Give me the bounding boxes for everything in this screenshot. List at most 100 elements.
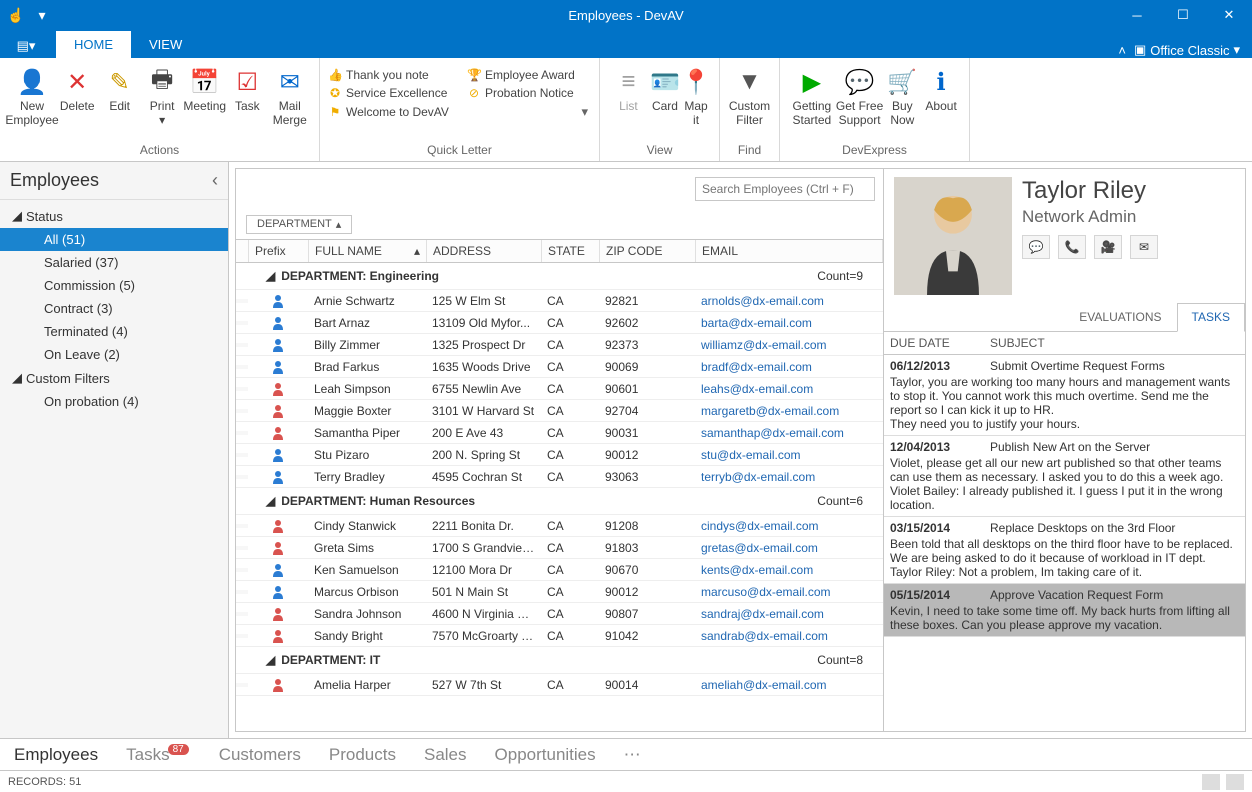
nav-opportunities[interactable]: Opportunities (495, 745, 596, 765)
quick-letter-service[interactable]: ✪Service Excellence (328, 86, 449, 100)
nav-more-icon[interactable]: ⋯ (624, 745, 641, 765)
custom-filter-button[interactable]: ▼Custom Filter (728, 64, 771, 128)
nav-item[interactable]: Salaried (37) (0, 251, 228, 274)
quick-letter-probation[interactable]: ⊘Probation Notice (467, 86, 588, 100)
col-fullname[interactable]: FULL NAME ▴ (309, 240, 427, 262)
nav-item[interactable]: All (51) (0, 228, 228, 251)
nav-group-custom[interactable]: ◢Custom Filters (0, 366, 228, 390)
table-row[interactable]: Amelia Harper527 W 7th StCA90014ameliah@… (236, 674, 883, 696)
task-item[interactable]: 03/15/2014Replace Desktops on the 3rd Fl… (884, 517, 1245, 584)
col-zip[interactable]: ZIP CODE (600, 240, 696, 262)
task-item[interactable]: 05/15/2014Approve Vacation Request FormK… (884, 584, 1245, 637)
meeting-button[interactable]: 📅Meeting (183, 64, 226, 114)
quick-letter-thank-you[interactable]: 👍Thank you note (328, 68, 449, 82)
prefix-icon (248, 291, 308, 310)
video-button[interactable]: 🎥 (1094, 235, 1122, 259)
table-row[interactable]: Greta Sims1700 S Grandview...CA91803gret… (236, 537, 883, 559)
nav-item[interactable]: Contract (3) (0, 297, 228, 320)
group-row[interactable]: ◢DEPARTMENT: Human ResourcesCount=6 (236, 488, 883, 515)
tab-view[interactable]: VIEW (131, 31, 200, 58)
theme-selector[interactable]: ▣ Office Classic ▾ (1134, 42, 1240, 58)
view-list-button[interactable]: ≡List (608, 64, 649, 114)
minimize-button[interactable]: ─ (1114, 0, 1160, 30)
tab-home[interactable]: HOME (56, 31, 131, 58)
nav-item[interactable]: Commission (5) (0, 274, 228, 297)
close-button[interactable]: ✕ (1206, 0, 1252, 30)
delete-button[interactable]: ✕Delete (56, 64, 98, 114)
email-button[interactable]: ✉ (1130, 235, 1158, 259)
nav-collapse-icon[interactable]: ‹ (212, 170, 218, 191)
group-row[interactable]: ◢DEPARTMENT: ITCount=8 (236, 647, 883, 674)
nav-item[interactable]: Terminated (4) (0, 320, 228, 343)
table-row[interactable]: Ken Samuelson12100 Mora DrCA90670kents@d… (236, 559, 883, 581)
nav-products[interactable]: Products (329, 745, 396, 765)
layout-view-button-1[interactable] (1202, 774, 1220, 790)
group-row[interactable]: ◢DEPARTMENT: EngineeringCount=9 (236, 263, 883, 290)
quick-letter-expand-icon[interactable]: ▾ (574, 104, 588, 120)
nav-item[interactable]: On probation (4) (0, 390, 228, 413)
nav-sales[interactable]: Sales (424, 745, 467, 765)
table-row[interactable]: Bart Arnaz13109 Old Myfor...CA92602barta… (236, 312, 883, 334)
table-row[interactable]: Stu Pizaro200 N. Spring StCA90012stu@dx-… (236, 444, 883, 466)
table-row[interactable]: Maggie Boxter3101 W Harvard StCA92704mar… (236, 400, 883, 422)
col-prefix[interactable]: Prefix (249, 240, 309, 262)
tab-tasks[interactable]: TASKS (1177, 303, 1245, 332)
qat-dropdown-icon[interactable]: ▾ (32, 5, 52, 25)
new-employee-button[interactable]: 👤New Employee (8, 64, 56, 128)
search-input[interactable] (695, 177, 875, 201)
grid-body[interactable]: ◢DEPARTMENT: EngineeringCount=9Arnie Sch… (236, 263, 883, 731)
task-col-due[interactable]: DUE DATE (884, 332, 984, 354)
employee-grid: DEPARTMENT▴ Prefix FULL NAME ▴ ADDRESS S… (235, 168, 884, 732)
tasks-list[interactable]: 06/12/2013Submit Overtime Request FormsT… (884, 355, 1245, 731)
nav-employees[interactable]: Employees (14, 745, 98, 765)
table-row[interactable]: Cindy Stanwick2211 Bonita Dr.CA91208cind… (236, 515, 883, 537)
quick-letter-welcome[interactable]: ⚑Welcome to DevAV (328, 104, 556, 120)
col-state[interactable]: STATE (542, 240, 600, 262)
file-menu-button[interactable]: ▤▾ (4, 34, 48, 58)
prefix-icon (248, 516, 308, 535)
theme-label: Office Classic (1150, 43, 1229, 58)
prefix-icon (248, 357, 308, 376)
ribbon-collapse-icon[interactable]: ˄ (1118, 43, 1126, 58)
nav-customers[interactable]: Customers (219, 745, 301, 765)
table-row[interactable]: Arnie Schwartz125 W Elm StCA92821arnolds… (236, 290, 883, 312)
table-row[interactable]: Billy Zimmer1325 Prospect DrCA92373willi… (236, 334, 883, 356)
task-button[interactable]: ☑Task (226, 64, 268, 114)
quick-letter-gallery[interactable]: 👍Thank you note 🏆Employee Award ✪Service… (328, 64, 588, 120)
table-row[interactable]: Leah Simpson6755 Newlin AveCA90601leahs@… (236, 378, 883, 400)
task-col-subject[interactable]: SUBJECT (984, 332, 1245, 354)
quick-letter-award[interactable]: 🏆Employee Award (467, 68, 588, 82)
group-by-cell[interactable]: DEPARTMENT▴ (246, 215, 352, 234)
table-row[interactable]: Brad Farkus1635 Woods DriveCA90069bradf@… (236, 356, 883, 378)
table-row[interactable]: Terry Bradley4595 Cochran StCA93063terry… (236, 466, 883, 488)
about-button[interactable]: ℹAbout (921, 64, 961, 114)
chat-button[interactable]: 💬 (1022, 235, 1050, 259)
status-bar: RECORDS: 51 (0, 770, 1252, 792)
layout-view-button-2[interactable] (1226, 774, 1244, 790)
task-item[interactable]: 06/12/2013Submit Overtime Request FormsT… (884, 355, 1245, 436)
ribbon-tabs: ▤▾ HOME VIEW ˄ ▣ Office Classic ▾ (0, 30, 1252, 58)
col-address[interactable]: ADDRESS (427, 240, 542, 262)
table-row[interactable]: Sandy Bright7570 McGroarty TerCA91042san… (236, 625, 883, 647)
nav-tasks[interactable]: Tasks87 (126, 745, 191, 765)
call-button[interactable]: 📞 (1058, 235, 1086, 259)
col-email[interactable]: EMAIL (696, 240, 883, 262)
nav-item[interactable]: On Leave (2) (0, 343, 228, 366)
nav-group-status[interactable]: ◢Status (0, 204, 228, 228)
view-card-button[interactable]: 🪪Card (649, 64, 681, 114)
table-row[interactable]: Samantha Piper200 E Ave 43CA90031samanth… (236, 422, 883, 444)
buy-now-button[interactable]: 🛒Buy Now (883, 64, 921, 128)
prefix-icon (248, 423, 308, 442)
maximize-button[interactable]: ☐ (1160, 0, 1206, 30)
task-item[interactable]: 12/04/2013Publish New Art on the ServerV… (884, 436, 1245, 517)
view-map-button[interactable]: 📍Map it (681, 64, 711, 128)
table-row[interactable]: Sandra Johnson4600 N Virginia Rd.CA90807… (236, 603, 883, 625)
mail-merge-button[interactable]: ✉Mail Merge (269, 64, 311, 128)
prefix-icon (248, 401, 308, 420)
get-support-button[interactable]: 💬Get Free Support (836, 64, 884, 128)
print-button[interactable]: 🖶Print▾ (141, 64, 183, 128)
tab-evaluations[interactable]: EVALUATIONS (1064, 303, 1176, 331)
getting-started-button[interactable]: ▶Getting Started (788, 64, 836, 128)
table-row[interactable]: Marcus Orbison501 N Main StCA90012marcus… (236, 581, 883, 603)
edit-button[interactable]: ✎Edit (98, 64, 140, 114)
